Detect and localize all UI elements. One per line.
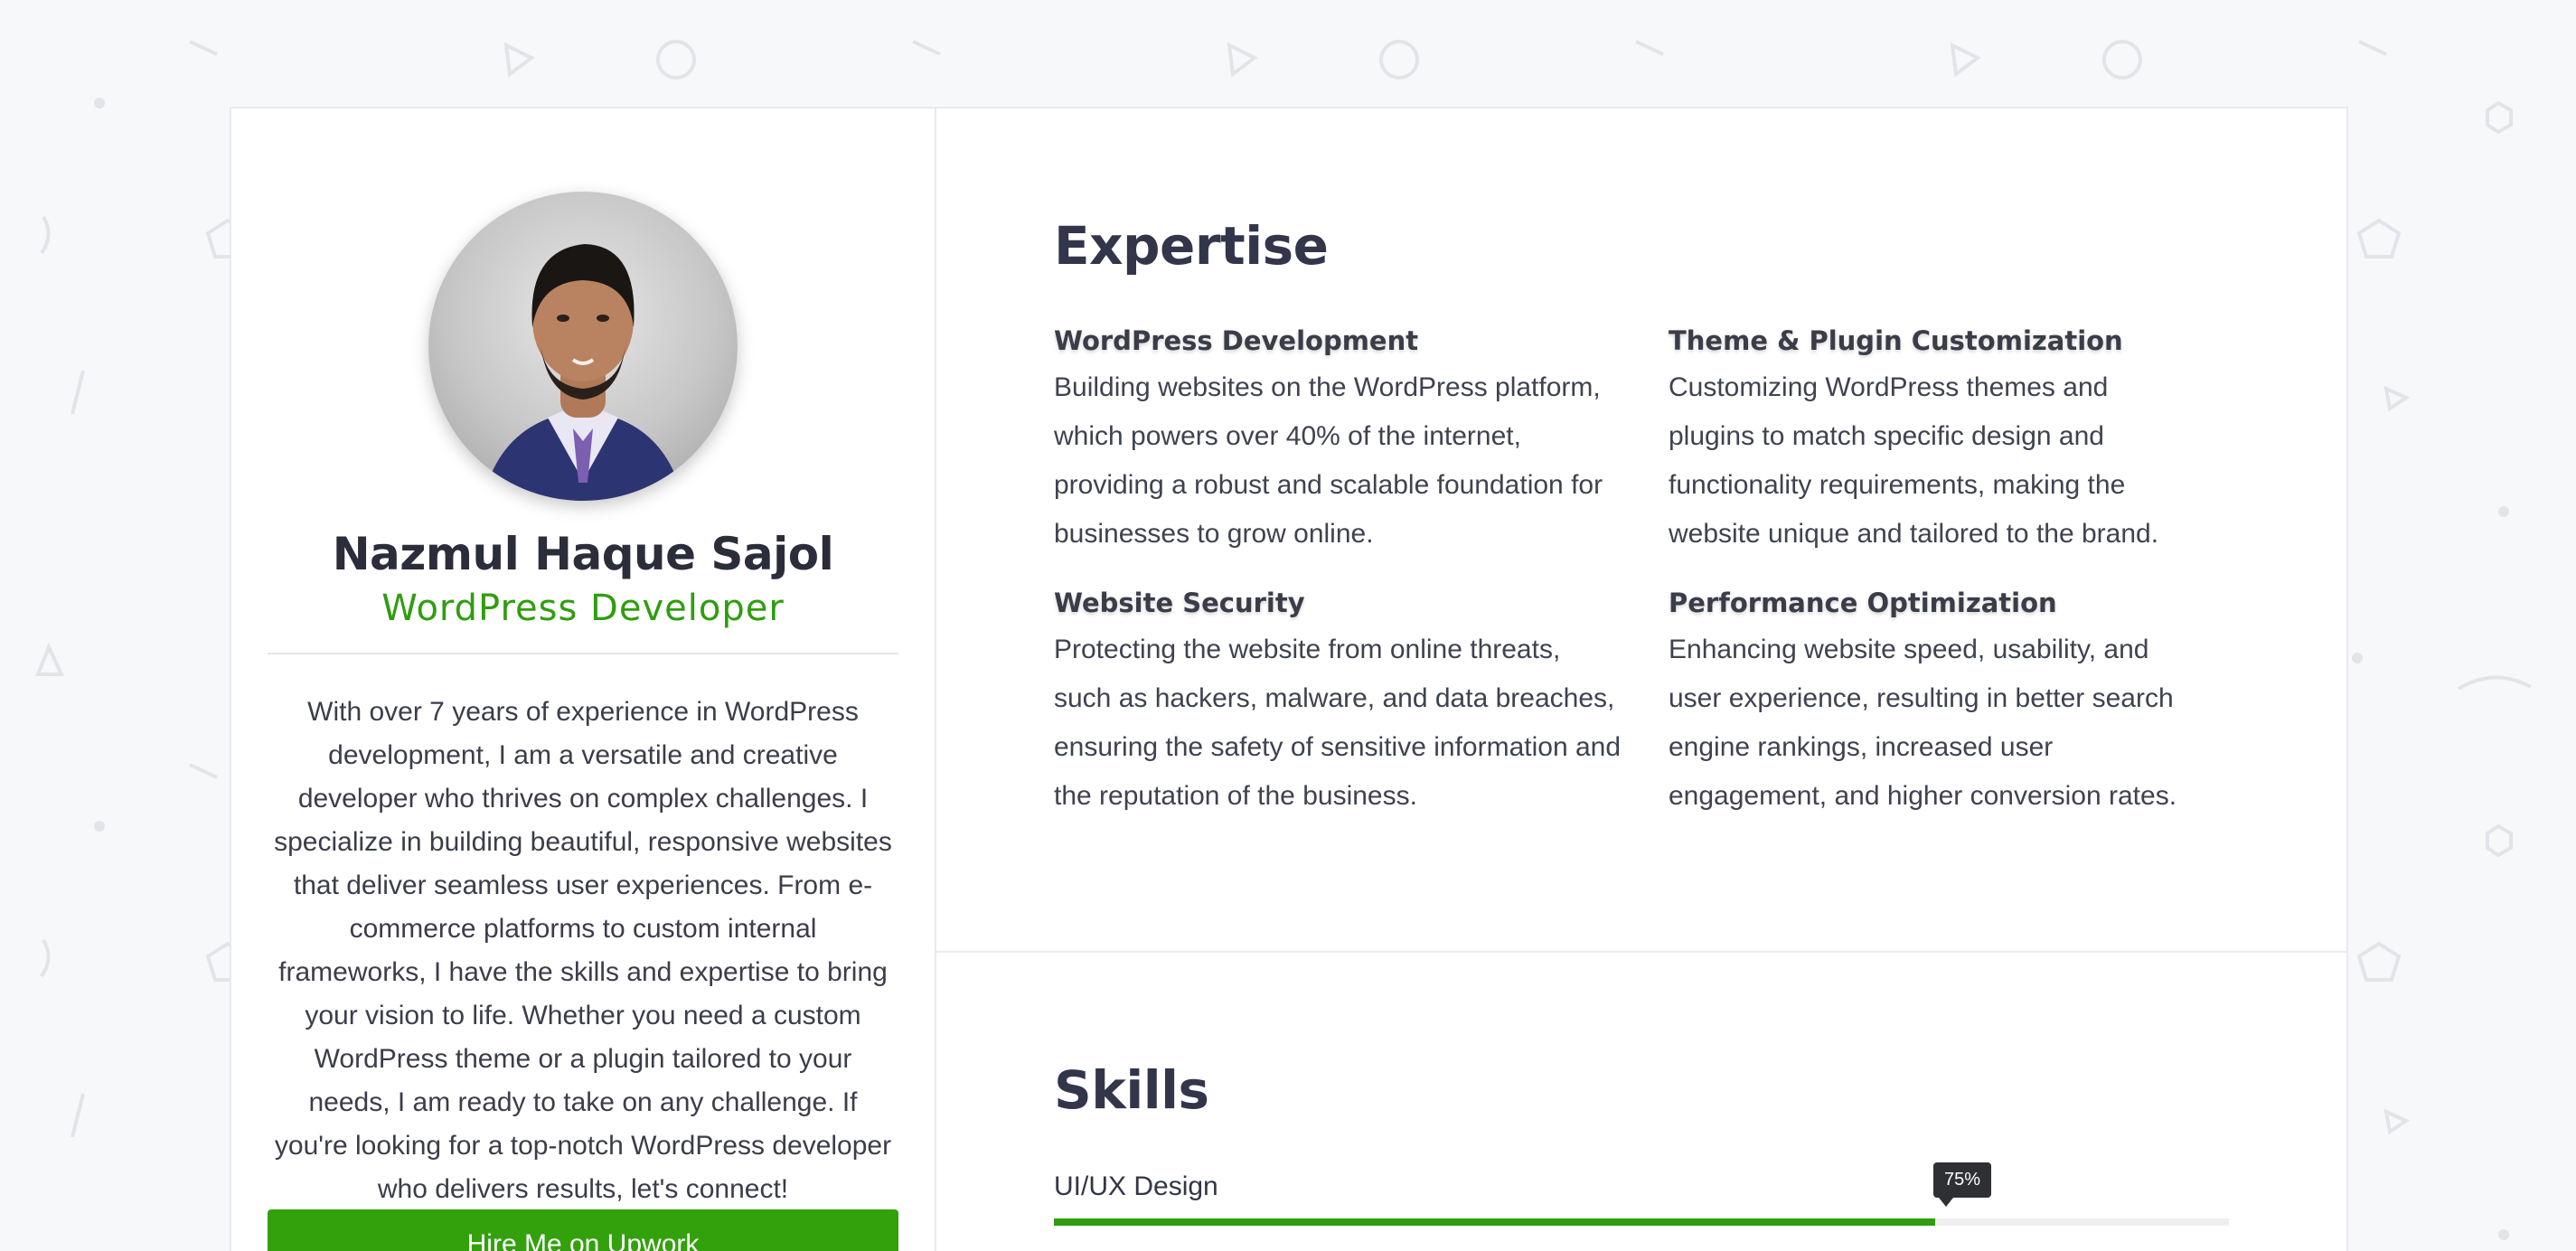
expertise-item-title: Website Security [1054,588,1305,618]
profile-avatar [428,192,738,501]
expertise-item-text: Enhancing website speed, usability, and … [1669,635,2177,811]
expertise-item-text: Protecting the website from online threa… [1054,635,1622,811]
expertise-section: Expertise WordPress Development Building… [936,108,2346,953]
sidebar-divider [268,653,898,654]
skill-row: UI/UX Design 75% [1054,1162,2229,1226]
expertise-item-title: WordPress Development [1054,325,1419,356]
expertise-item: Website Security Protecting the website … [1054,588,1669,821]
expertise-item-title: Performance Optimization [1669,588,2057,618]
expertise-title: Expertise [1054,215,1329,277]
expertise-item-text: Customizing WordPress themes and plugins… [1669,372,2159,549]
profile-sidebar: Nazmul Haque Sajol WordPress Developer W… [231,108,936,1251]
skills-section: Skills UI/UX Design 75% [936,953,2346,1226]
skill-progress-track: 75% [1054,1162,2229,1226]
profile-bio: With over 7 years of experience in WordP… [274,697,892,1204]
profile-name: Nazmul Haque Sajol [332,528,834,580]
skill-label: UI/UX Design [1054,1171,1218,1201]
expertise-item: Performance Optimization Enhancing websi… [1669,588,2229,821]
skills-title: Skills [1054,1059,1209,1121]
profile-card: Nazmul Haque Sajol WordPress Developer W… [230,107,2348,1251]
expertise-grid: WordPress Development Building websites … [1054,325,2229,821]
skill-percent-tooltip: 75% [1933,1162,1992,1207]
expertise-item: WordPress Development Building websites … [1054,325,1669,559]
skill-progress-fill [1054,1218,1935,1226]
hire-me-button[interactable]: Hire Me on Upwork [268,1209,898,1251]
expertise-item: Theme & Plugin Customization Customizing… [1669,325,2229,559]
main-content: Expertise WordPress Development Building… [936,108,2346,1251]
profile-role: WordPress Developer [381,588,785,629]
expertise-item-title: Theme & Plugin Customization [1669,325,2123,356]
expertise-item-text: Building websites on the WordPress platf… [1054,372,1603,549]
